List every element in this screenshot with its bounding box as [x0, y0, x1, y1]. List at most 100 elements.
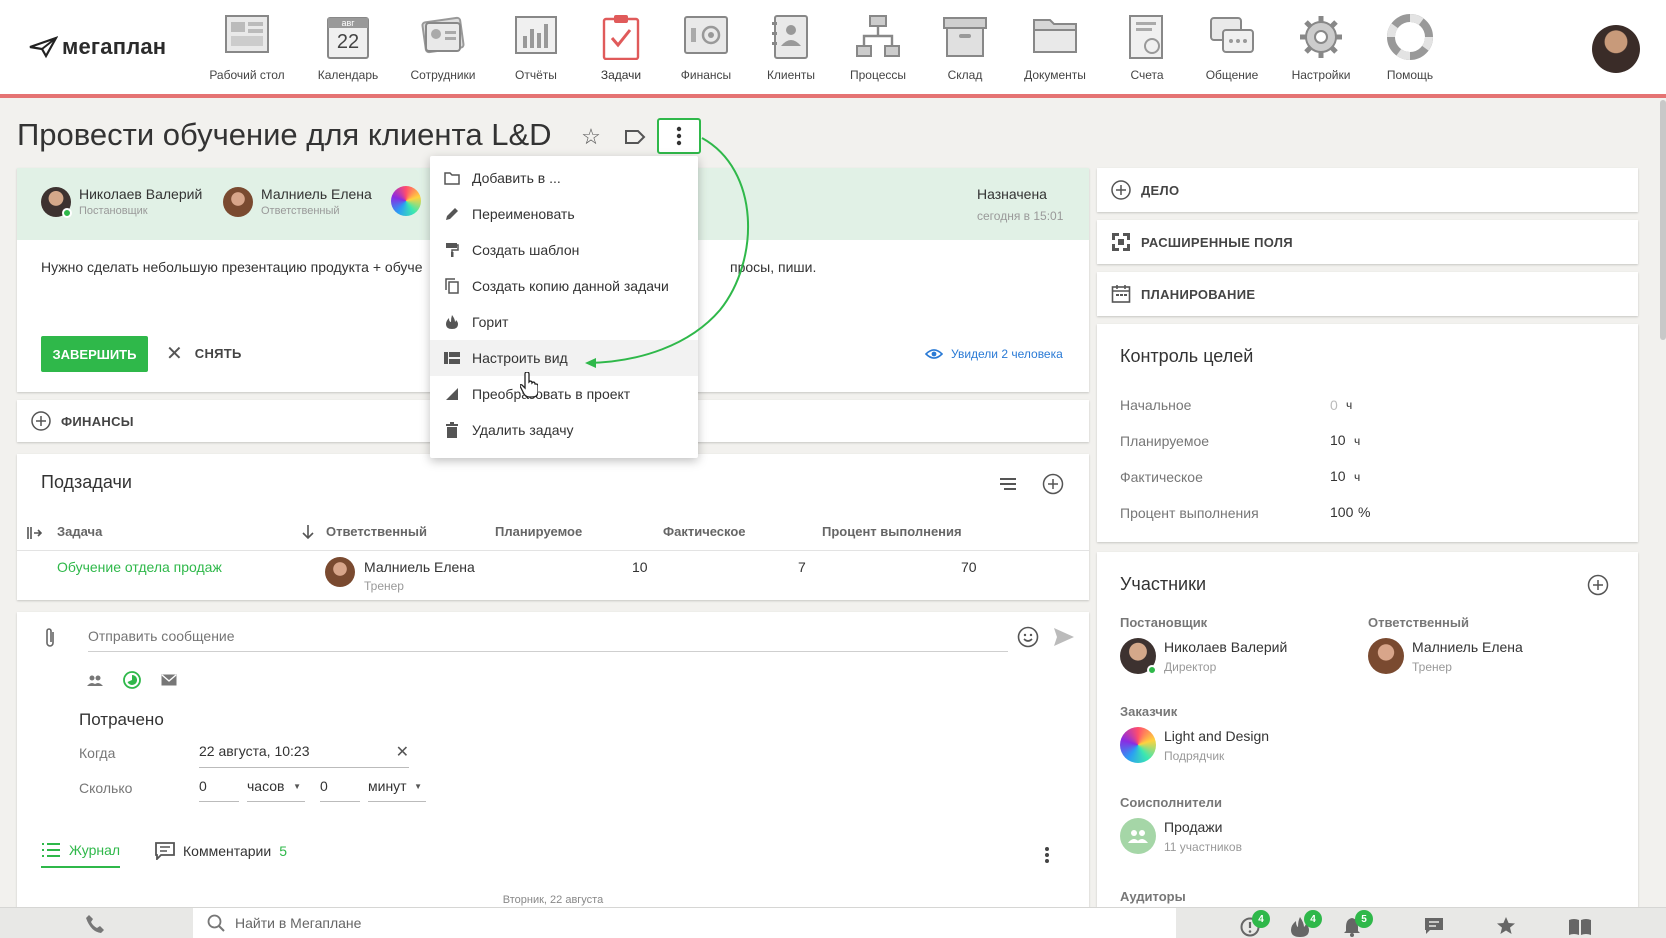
subtask-link[interactable]: Обучение отдела продаж: [57, 559, 222, 575]
participant-coexecutors[interactable]: Продажи 11 участников: [1120, 818, 1242, 854]
col-task[interactable]: Задача: [57, 524, 102, 539]
menu-item-paint-roller[interactable]: Создать шаблон: [430, 232, 698, 268]
hours-input[interactable]: 0: [199, 774, 239, 802]
search-placeholder: Найти в Мегаплане: [235, 915, 362, 931]
goal-unit: %: [1358, 504, 1371, 520]
goal-label: Фактическое: [1120, 469, 1203, 485]
menu-item-view-settings[interactable]: Настроить вид: [430, 340, 698, 376]
emoji-icon[interactable]: [1017, 626, 1039, 648]
nav-item-chat[interactable]: Общение: [1187, 14, 1277, 82]
menu-item-trash[interactable]: Удалить задачу: [430, 412, 698, 448]
participant-owner-role: Директор: [1164, 659, 1217, 674]
time-tracking-icon[interactable]: [123, 671, 141, 689]
journal-list-icon: [42, 843, 60, 857]
complete-button[interactable]: ЗАВЕРШИТЬ: [41, 336, 148, 372]
megaplan-logo[interactable]: мегаплан: [28, 34, 166, 60]
phone-icon[interactable]: [85, 914, 105, 934]
send-icon[interactable]: [1053, 627, 1075, 647]
burning-badge: 4: [1304, 910, 1322, 928]
nav-item-clients[interactable]: Клиенты: [746, 14, 836, 82]
subtask-responsible-name[interactable]: Малниель Елена: [364, 559, 475, 575]
subtask-responsible-role: Тренер: [364, 579, 404, 593]
knowledge-book-icon[interactable]: [1568, 918, 1592, 936]
add-subtask-icon[interactable]: [1042, 473, 1064, 495]
nav-item-reports[interactable]: Отчёты: [491, 14, 581, 82]
task-description-end: просы, пиши.: [730, 259, 817, 275]
participant-responsible-avatar: [1368, 638, 1404, 674]
task-responsible[interactable]: Малниель Елена Ответственный: [223, 186, 372, 217]
menu-item-fire[interactable]: Горит: [430, 304, 698, 340]
global-search[interactable]: Найти в Мегаплане: [193, 908, 1176, 938]
tab-comments[interactable]: Комментарии 5: [155, 842, 287, 860]
fire-icon: [444, 314, 460, 330]
action-planning[interactable]: ПЛАНИРОВАНИЕ: [1097, 272, 1638, 316]
nav-item-calendar[interactable]: авг 22 Календарь: [303, 14, 393, 82]
calendar-month: авг: [341, 18, 355, 28]
responsible-avatar: [223, 186, 253, 217]
participant-responsible[interactable]: Малниель Елена Тренер: [1368, 638, 1523, 674]
col-actual[interactable]: Фактическое: [663, 524, 746, 539]
recipients-icon[interactable]: [87, 674, 103, 686]
when-field[interactable]: 22 августа, 10:23 ✕: [199, 740, 409, 768]
attach-icon[interactable]: [43, 626, 57, 650]
minutes-input[interactable]: 0: [320, 774, 360, 802]
remove-button[interactable]: ✕ СНЯТЬ: [166, 344, 242, 364]
nav-item-processes[interactable]: Процессы: [833, 14, 923, 82]
when-value: 22 августа, 10:23: [199, 743, 310, 759]
action-case[interactable]: ДЕЛО: [1097, 168, 1638, 212]
action-extended-fields[interactable]: РАСШИРЕННЫЕ ПОЛЯ: [1097, 220, 1638, 264]
columns-settings-icon[interactable]: [26, 526, 42, 540]
task-owner[interactable]: Николаев Валерий Постановщик: [41, 186, 202, 218]
nav-label: Помощь: [1386, 68, 1434, 82]
nav-label: Склад: [947, 68, 983, 82]
participant-owner[interactable]: Николаев Валерий Директор: [1120, 638, 1287, 675]
pencil-icon: [444, 206, 460, 222]
nav-item-invoices[interactable]: Счета: [1102, 14, 1192, 82]
subtask-responsible-avatar: [325, 557, 355, 587]
journal-more-icon[interactable]: [1044, 846, 1050, 864]
tab-journal[interactable]: Журнал: [41, 842, 121, 868]
col-planned[interactable]: Планируемое: [495, 524, 582, 539]
warehouse-icon: [942, 14, 988, 60]
participant-customer[interactable]: Light and Design Подрядчик: [1120, 727, 1269, 763]
participant-customer-name: Light and Design: [1164, 727, 1270, 744]
coexecutors-group-label: Соисполнители: [1120, 795, 1222, 810]
menu-item-folder[interactable]: Добавить в ...: [430, 160, 698, 196]
eye-icon: [925, 349, 943, 359]
col-percent[interactable]: Процент выполнения: [822, 524, 962, 539]
nav-item-finance[interactable]: Финансы: [661, 14, 751, 82]
menu-item-pencil[interactable]: Переименовать: [430, 196, 698, 232]
tag-icon[interactable]: [622, 124, 648, 150]
favorites-star-icon[interactable]: [1496, 916, 1516, 936]
nav-label: Общение: [1205, 68, 1259, 82]
nav-item-documents[interactable]: Документы: [1010, 14, 1100, 82]
view-settings-icon: [444, 350, 460, 366]
add-participant-icon[interactable]: [1587, 574, 1609, 596]
menu-item-copy[interactable]: Создать копию данной задачи: [430, 268, 698, 304]
seen-by-link[interactable]: Увидели 2 человека: [925, 347, 1063, 361]
nav-item-warehouse[interactable]: Склад: [920, 14, 1010, 82]
nav-item-desktop[interactable]: Рабочий стол: [202, 14, 292, 82]
page-scrollbar[interactable]: [1660, 100, 1666, 340]
nav-item-tasks[interactable]: Задачи: [576, 14, 666, 82]
hand-cursor-icon: [520, 372, 538, 398]
task-customer[interactable]: [391, 186, 421, 216]
more-options-button[interactable]: [657, 118, 701, 154]
messages-icon[interactable]: [1424, 917, 1444, 935]
nav-item-settings[interactable]: Настройки: [1276, 14, 1366, 82]
email-icon[interactable]: [161, 674, 177, 686]
hours-unit-select[interactable]: часов ▼: [247, 774, 305, 802]
minutes-unit-select[interactable]: минут ▼: [368, 774, 426, 802]
user-avatar[interactable]: [1592, 25, 1640, 73]
nav-item-employees[interactable]: Сотрудники: [398, 14, 488, 82]
message-input[interactable]: [88, 620, 1008, 652]
subtasks-list-view-icon[interactable]: [998, 476, 1018, 492]
col-responsible[interactable]: Ответственный: [326, 524, 427, 539]
processes-icon: [855, 14, 901, 60]
clear-date-icon[interactable]: ✕: [396, 742, 409, 762]
menu-item-convert[interactable]: Преобразовать в проект: [430, 376, 698, 412]
star-icon[interactable]: ☆: [578, 124, 604, 150]
nav-item-help[interactable]: Помощь: [1365, 14, 1455, 82]
sort-down-icon[interactable]: [301, 524, 315, 540]
responsible-group-label: Ответственный: [1368, 615, 1469, 630]
